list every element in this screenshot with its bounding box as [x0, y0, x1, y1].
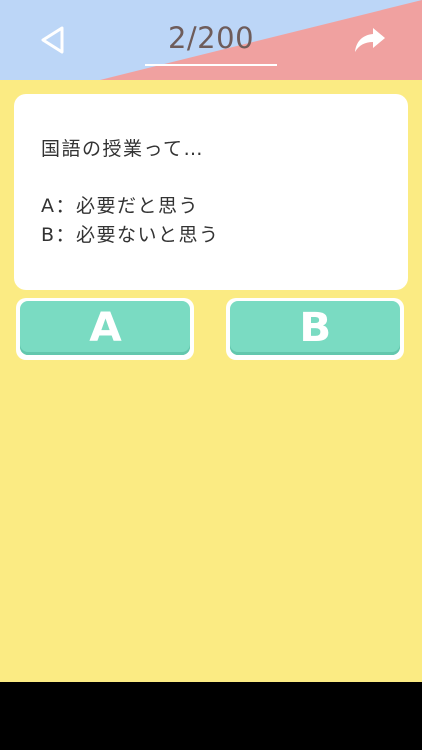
counter-underline: [145, 64, 277, 66]
question-text: 国語の授業って…: [41, 138, 205, 160]
bottom-black-bar: [0, 682, 422, 750]
question-card: 国語の授業って… A：必要だと思う B：必要ないと思う: [14, 94, 408, 290]
header-bar: 2/200: [0, 0, 422, 80]
back-button[interactable]: [36, 22, 70, 58]
answer-a-face: A: [20, 301, 190, 355]
share-arrow-icon: [355, 28, 385, 52]
option-a-text: A：必要だと思う: [41, 195, 199, 217]
option-b-text: B：必要ないと思う: [41, 224, 220, 246]
question-counter: 2/200: [167, 21, 255, 55]
answer-b-label: B: [298, 305, 332, 351]
answer-a-label: A: [88, 305, 122, 351]
back-triangle-icon: [41, 26, 64, 54]
share-button[interactable]: [350, 20, 390, 60]
answer-a-button[interactable]: A: [16, 298, 194, 360]
answer-b-button[interactable]: B: [226, 298, 404, 360]
answer-b-face: B: [230, 301, 400, 355]
